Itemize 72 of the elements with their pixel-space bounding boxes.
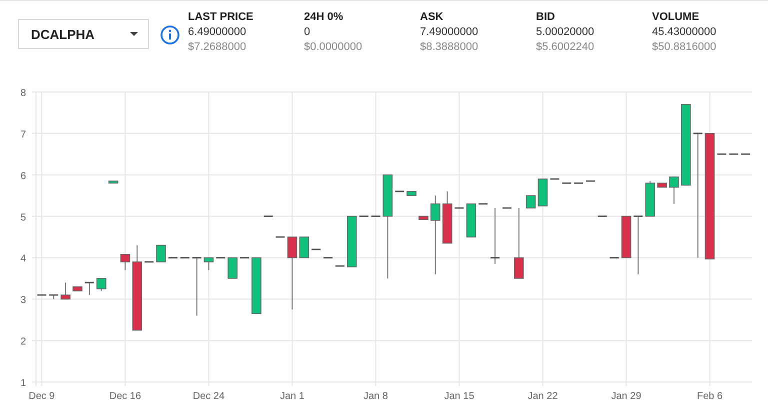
stat-value: 6.49000000 [188,25,248,40]
candlestick [478,203,488,205]
candlestick [144,261,154,263]
candlestick [346,216,357,268]
x-axis-label: Jan 15 [444,391,474,402]
candlestick [37,294,46,296]
candlestick [466,203,476,238]
x-axis-label: Jan 29 [611,391,642,402]
market-dropdown[interactable]: DCALPHA [18,19,150,49]
candlestick [645,180,656,217]
candlestick [216,257,226,258]
candlestick [538,178,548,206]
stat-usd-value: $5.6002240 [536,40,596,55]
stat-value: 0 [304,25,312,40]
candlestick [669,176,679,204]
x-axis-label: Dec 9 [28,391,55,402]
y-axis-label: 2 [20,336,26,348]
candlestick [60,282,70,300]
x-axis-label: Jan 22 [528,391,558,402]
stat-usd-value: $0.0000000 [304,40,364,55]
stat-value: 7.49000000 [420,25,480,40]
candlestick [156,244,166,262]
candlestick [502,207,512,209]
candlestick [192,257,202,316]
candlestick [228,257,238,279]
candlestick [490,208,500,264]
stat-value: 5.00020000 [536,25,596,40]
candlestick [120,254,130,271]
stat-label: 24H 0% [304,10,344,25]
candlestick [657,182,667,188]
candlestick [514,208,524,279]
stat-usd-value: $8.3888000 [420,40,480,55]
x-axis-label: Jan 1 [280,391,304,402]
y-axis-label: 1 [20,378,26,389]
candlestick [276,236,285,238]
y-axis-label: 8 [20,88,26,99]
candlestick [454,207,464,209]
candlestick [299,236,310,258]
candlestick [204,257,214,271]
stat-label: LAST PRICE [188,10,254,25]
y-axis-label: 5 [20,212,26,224]
x-axis-label: Feb 6 [697,391,723,402]
candlestick [634,216,643,275]
x-axis-label: Jan 8 [364,391,388,402]
y-axis-label: 3 [20,295,26,306]
candlestick [96,278,106,292]
stat-label: BID [536,10,556,25]
caret-icon [130,32,138,36]
x-axis-label: Dec 24 [192,391,225,402]
stat-usd-value: $7.2688000 [188,40,248,55]
candlestick [49,294,58,300]
info-icon[interactable] [160,25,180,45]
candlestick [252,257,262,314]
candlestick [442,190,452,244]
x-axis-label: Dec 16 [109,391,142,402]
candlestick [418,216,428,220]
candlestick [240,257,249,258]
candlestick [72,286,82,292]
candlestick [526,195,536,208]
y-axis-label: 4 [20,254,26,265]
stat-label: ASK [420,10,444,25]
stat-usd-value: $50.8816000 [652,40,718,55]
y-axis-label: 6 [20,170,26,182]
candlestick [108,180,118,184]
candlestick [621,216,632,258]
candlestick [84,282,94,296]
candlestick [610,257,619,258]
stat-label: VOLUME [652,10,700,25]
y-axis-label: 7 [20,129,26,140]
candlestick [264,216,273,217]
candlestick [598,216,607,217]
stat-value: 45.43000000 [652,25,718,40]
